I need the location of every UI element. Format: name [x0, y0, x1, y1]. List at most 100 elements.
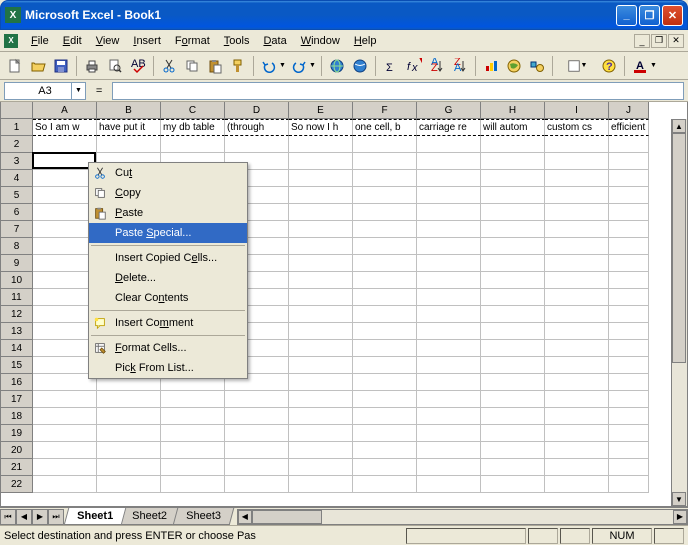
cell-J19[interactable] [609, 425, 649, 442]
cell-H1[interactable]: will autom [481, 119, 545, 136]
cell-D1[interactable]: (through [225, 119, 289, 136]
cell-F20[interactable] [353, 442, 417, 459]
formula-input[interactable] [112, 82, 684, 100]
cell-I13[interactable] [545, 323, 609, 340]
cell-G20[interactable] [417, 442, 481, 459]
ctx-item[interactable]: Pick From List... [89, 358, 247, 378]
ctx-item[interactable]: Insert Copied Cells... [89, 248, 247, 268]
cell-J12[interactable] [609, 306, 649, 323]
menu-insert[interactable]: Insert [126, 33, 168, 49]
cell-G15[interactable] [417, 357, 481, 374]
cell-H2[interactable] [481, 136, 545, 153]
cell-J14[interactable] [609, 340, 649, 357]
cell-I8[interactable] [545, 238, 609, 255]
undo-dropdown[interactable]: ▼ [279, 62, 287, 69]
edit-formula-button[interactable]: = [90, 82, 108, 100]
scroll-down-button[interactable]: ▼ [672, 492, 686, 506]
help-button[interactable]: ? [598, 55, 620, 77]
cell-J1[interactable]: efficient w [609, 119, 649, 136]
cell-F8[interactable] [353, 238, 417, 255]
cell-C21[interactable] [161, 459, 225, 476]
cell-H14[interactable] [481, 340, 545, 357]
cell-D18[interactable] [225, 408, 289, 425]
cell-I18[interactable] [545, 408, 609, 425]
cell-H20[interactable] [481, 442, 545, 459]
menu-help[interactable]: Help [347, 33, 384, 49]
font-color-button[interactable]: A [629, 55, 651, 77]
cell-G13[interactable] [417, 323, 481, 340]
cell-E14[interactable] [289, 340, 353, 357]
cell-C18[interactable] [161, 408, 225, 425]
sheet-tab-sheet1[interactable]: Sheet1 [64, 508, 127, 525]
cell-D22[interactable] [225, 476, 289, 493]
menu-format[interactable]: Format [168, 33, 217, 49]
cell-F22[interactable] [353, 476, 417, 493]
cell-G18[interactable] [417, 408, 481, 425]
row-header-5[interactable]: 5 [1, 187, 33, 204]
cell-J3[interactable] [609, 153, 649, 170]
hyperlink-button[interactable] [326, 55, 348, 77]
cell-G3[interactable] [417, 153, 481, 170]
row-header-12[interactable]: 12 [1, 306, 33, 323]
tab-first-button[interactable]: ⏮ [0, 509, 16, 525]
cell-I14[interactable] [545, 340, 609, 357]
cell-J5[interactable] [609, 187, 649, 204]
cell-G17[interactable] [417, 391, 481, 408]
cell-G5[interactable] [417, 187, 481, 204]
sort-asc-button[interactable]: AZ [426, 55, 448, 77]
cell-H15[interactable] [481, 357, 545, 374]
cell-G19[interactable] [417, 425, 481, 442]
ctx-item[interactable]: Clear Contents [89, 288, 247, 308]
cell-F9[interactable] [353, 255, 417, 272]
redo-button[interactable] [288, 55, 310, 77]
mdi-close-button[interactable]: ✕ [668, 34, 684, 48]
cell-A2[interactable] [33, 136, 97, 153]
cell-J17[interactable] [609, 391, 649, 408]
cell-I12[interactable] [545, 306, 609, 323]
vscroll-thumb[interactable] [672, 133, 686, 363]
cell-J20[interactable] [609, 442, 649, 459]
scroll-up-button[interactable]: ▲ [672, 119, 686, 133]
cell-F15[interactable] [353, 357, 417, 374]
cell-B2[interactable] [97, 136, 161, 153]
row-header-14[interactable]: 14 [1, 340, 33, 357]
cell-I11[interactable] [545, 289, 609, 306]
cell-G1[interactable]: carriage re [417, 119, 481, 136]
cell-I7[interactable] [545, 221, 609, 238]
cell-J2[interactable] [609, 136, 649, 153]
cell-C1[interactable]: my db table [161, 119, 225, 136]
cell-D2[interactable] [225, 136, 289, 153]
cell-H7[interactable] [481, 221, 545, 238]
cell-H19[interactable] [481, 425, 545, 442]
sheet-tab-sheet3[interactable]: Sheet3 [173, 508, 234, 525]
cell-C2[interactable] [161, 136, 225, 153]
cell-A1[interactable]: So I am w [33, 119, 97, 136]
cell-E21[interactable] [289, 459, 353, 476]
cell-E9[interactable] [289, 255, 353, 272]
cell-H21[interactable] [481, 459, 545, 476]
web-toolbar-button[interactable] [349, 55, 371, 77]
sheet-tab-sheet2[interactable]: Sheet2 [119, 508, 180, 525]
cell-J9[interactable] [609, 255, 649, 272]
cell-H10[interactable] [481, 272, 545, 289]
cell-E11[interactable] [289, 289, 353, 306]
vertical-scrollbar[interactable]: ▲ ▼ [671, 119, 687, 506]
col-header-H[interactable]: H [481, 102, 545, 119]
cell-I15[interactable] [545, 357, 609, 374]
cell-A20[interactable] [33, 442, 97, 459]
cell-I22[interactable] [545, 476, 609, 493]
col-header-G[interactable]: G [417, 102, 481, 119]
cell-E7[interactable] [289, 221, 353, 238]
col-header-B[interactable]: B [97, 102, 161, 119]
cell-B19[interactable] [97, 425, 161, 442]
ctx-item[interactable]: Insert Comment [89, 313, 247, 333]
cell-I2[interactable] [545, 136, 609, 153]
cell-C20[interactable] [161, 442, 225, 459]
cell-I17[interactable] [545, 391, 609, 408]
cell-J11[interactable] [609, 289, 649, 306]
cell-E19[interactable] [289, 425, 353, 442]
cell-A22[interactable] [33, 476, 97, 493]
cell-H22[interactable] [481, 476, 545, 493]
redo-dropdown[interactable]: ▼ [309, 62, 317, 69]
cell-H4[interactable] [481, 170, 545, 187]
